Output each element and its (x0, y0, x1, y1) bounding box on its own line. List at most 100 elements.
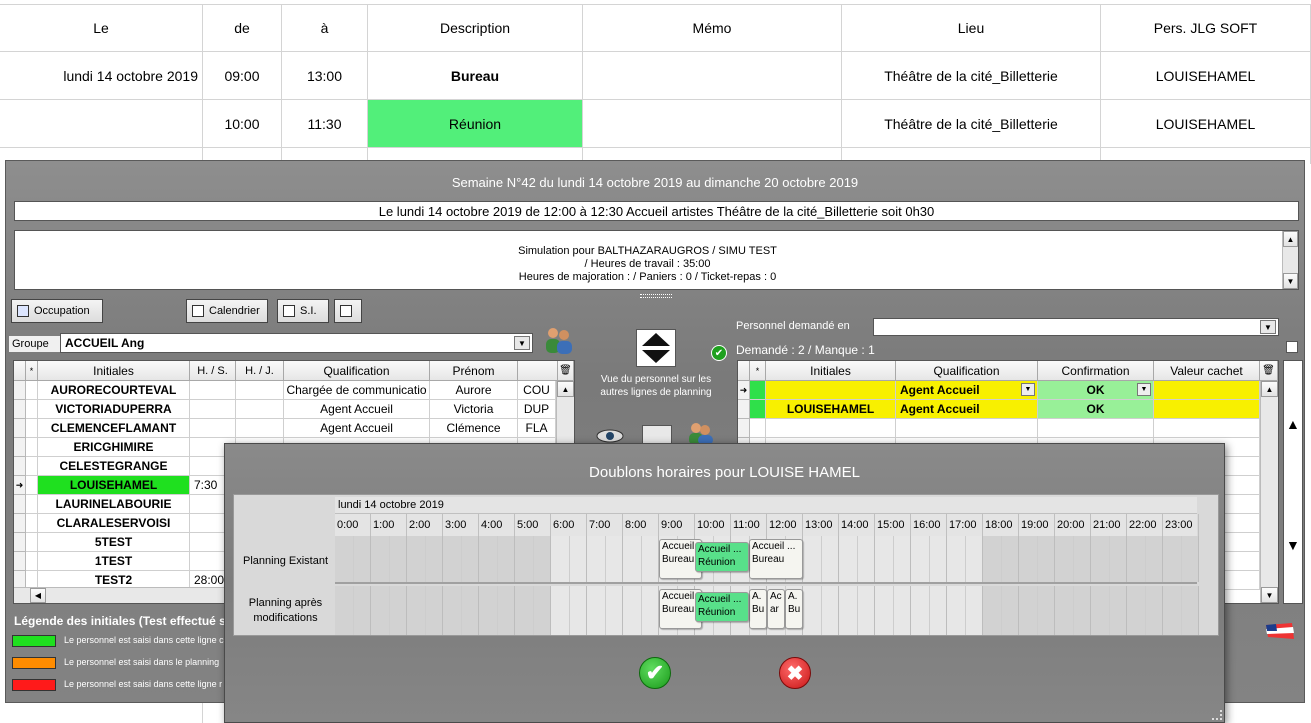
caret-down-icon[interactable]: ▼ (1286, 537, 1300, 553)
row-selector[interactable] (14, 381, 26, 400)
row-selector[interactable] (14, 495, 26, 514)
header-pers[interactable]: Pers. JLG SOFT (1101, 5, 1311, 51)
cell-valeur-cachet[interactable] (1154, 381, 1260, 400)
header-qualification[interactable]: Qualification (284, 361, 430, 381)
cell-qualification[interactable]: Agent Accueil ▼ (896, 381, 1038, 400)
besoin-scrollbar[interactable]: ▲ ▼ (1260, 381, 1278, 603)
cell-initiales[interactable]: ERICGHIMIRE (38, 438, 190, 457)
cell-initiales[interactable]: CLEMENCEFLAMANT (38, 419, 190, 438)
row-selector[interactable] (738, 400, 750, 419)
header-lieu[interactable]: Lieu (842, 5, 1101, 51)
cell-initiales[interactable]: VICTORIADUPERRA (38, 400, 190, 419)
header-qualification[interactable]: Qualification (896, 361, 1038, 381)
cell-qualification[interactable]: Agent Accueil (896, 400, 1038, 419)
si-checkbox[interactable]: S.I. (277, 299, 329, 323)
table-row[interactable]: lundi 14 octobre 2019 09:00 13:00 Bureau… (0, 52, 1311, 100)
hour-column (587, 536, 623, 582)
splitter-handle[interactable] (640, 294, 672, 298)
header-prenom[interactable]: Prénom (430, 361, 518, 381)
calendrier-checkbox[interactable]: Calendrier (186, 299, 268, 323)
up-down-arrows-icon[interactable] (640, 331, 672, 365)
row-selector[interactable] (14, 533, 26, 552)
cancel-button[interactable]: ✖ (779, 657, 811, 689)
scroll-up-icon[interactable]: ▲ (1283, 231, 1298, 247)
row-selector[interactable] (14, 400, 26, 419)
row-selector[interactable] (14, 514, 26, 533)
cell-initiales[interactable]: LOUISEHAMEL (38, 476, 190, 495)
planning-event[interactable]: Accueil ... Réunion (695, 542, 749, 572)
row-selector[interactable]: ➜ (738, 381, 750, 400)
scroll-up-icon[interactable]: ▲ (557, 381, 574, 397)
chevron-down-icon[interactable]: ▼ (514, 336, 530, 350)
cell-initiales[interactable]: 1TEST (38, 552, 190, 571)
header-le[interactable]: Le (0, 5, 203, 51)
scroll-down-icon[interactable]: ▼ (1283, 273, 1298, 289)
planning-event[interactable]: A. Bu (749, 589, 767, 629)
row-selector[interactable] (14, 419, 26, 438)
header-memo[interactable]: Mémo (583, 5, 842, 51)
header-hj[interactable]: H. / J. (236, 361, 284, 381)
row-selector[interactable] (14, 438, 26, 457)
cell-initiales[interactable] (766, 381, 896, 400)
cell-initiales[interactable]: AURORECOURTEVAL (38, 381, 190, 400)
planning-event[interactable]: Ac ar (767, 589, 785, 629)
people-icon[interactable] (686, 421, 714, 445)
cell-initiales[interactable]: LAURINELABOURIE (38, 495, 190, 514)
chevron-down-icon[interactable]: ▼ (1021, 383, 1035, 396)
row-selector[interactable] (14, 457, 26, 476)
table-row[interactable]: 10:00 11:30 Réunion Théâtre de la cité_B… (0, 100, 1311, 148)
header-hs[interactable]: H. / S. (190, 361, 236, 381)
planning-event[interactable]: Accueil ... Réunion (695, 592, 749, 622)
event-title: Accueil (662, 591, 695, 602)
hour-column (551, 536, 587, 582)
header-initiales[interactable]: Initiales (38, 361, 190, 381)
extra-checkbox[interactable] (334, 299, 362, 323)
confirmation-value: OK (1086, 383, 1105, 397)
simulation-scrollbar[interactable]: ▲ ▼ (1282, 231, 1298, 289)
occupation-checkbox[interactable]: Occupation (11, 299, 103, 323)
chevron-down-icon[interactable]: ▼ (1137, 383, 1151, 396)
cell-initiales[interactable]: LOUISEHAMEL (766, 400, 896, 419)
header-description[interactable]: Description (368, 5, 583, 51)
scroll-left-icon[interactable]: ◀ (30, 588, 46, 603)
cell-initiales[interactable]: CELESTEGRANGE (38, 457, 190, 476)
cell-qualification: Chargée de communicatio (284, 381, 430, 400)
planning-event[interactable]: A. Bu (785, 589, 803, 629)
header-confirmation[interactable]: Confirmation (1038, 361, 1154, 381)
row-selector[interactable] (738, 419, 750, 438)
people-group-icon[interactable] (542, 325, 574, 355)
caret-up-icon[interactable]: ▲ (1286, 416, 1300, 432)
resize-grip[interactable] (1212, 710, 1222, 720)
event-title: Accueil ... (698, 594, 742, 605)
cell-valeur-cachet[interactable] (1154, 400, 1260, 419)
cell-initiales[interactable]: CLARALESERVOISI (38, 514, 190, 533)
row-selector[interactable]: ➜ (14, 476, 26, 495)
cell-confirmation[interactable]: OK (1038, 400, 1154, 419)
row-selector[interactable] (14, 552, 26, 571)
confirmation-value: OK (1086, 402, 1105, 416)
scroll-down-icon[interactable]: ▼ (1261, 587, 1278, 603)
side-scroll-panel[interactable]: ▲ ▼ (1283, 360, 1303, 604)
chevron-down-icon[interactable]: ▼ (1260, 320, 1276, 334)
legend-text: Le personnel est saisi dans cette ligne … (64, 635, 224, 645)
reorder-arrows[interactable] (636, 329, 676, 367)
cell-confirmation[interactable]: OK ▼ (1038, 381, 1154, 400)
demande-checkbox[interactable] (1286, 341, 1298, 353)
header-a[interactable]: à (282, 5, 368, 51)
eye-icon[interactable] (596, 429, 624, 443)
trash-icon[interactable]: 🗑 (1260, 361, 1278, 381)
personnel-demande-select[interactable]: ▼ (873, 318, 1279, 336)
event-subtitle: Bu (752, 604, 765, 615)
cell-initiales[interactable]: 5TEST (38, 533, 190, 552)
planning-event[interactable]: Accueil ... Bureau (749, 539, 803, 579)
header-initiales[interactable]: Initiales (766, 361, 896, 381)
confirm-button[interactable]: ✔ (639, 657, 671, 689)
scroll-up-icon[interactable]: ▲ (1261, 381, 1278, 397)
hour-label: 23:00 (1163, 514, 1199, 536)
trash-icon[interactable]: 🗑 (558, 361, 574, 381)
blank-button[interactable] (642, 425, 672, 445)
group-select[interactable]: ACCUEIL Ang ▼ (60, 333, 533, 353)
header-de[interactable]: de (203, 5, 282, 51)
header-valeur-cachet[interactable]: Valeur cachet (1154, 361, 1260, 381)
flag-icon[interactable] (1264, 621, 1296, 641)
